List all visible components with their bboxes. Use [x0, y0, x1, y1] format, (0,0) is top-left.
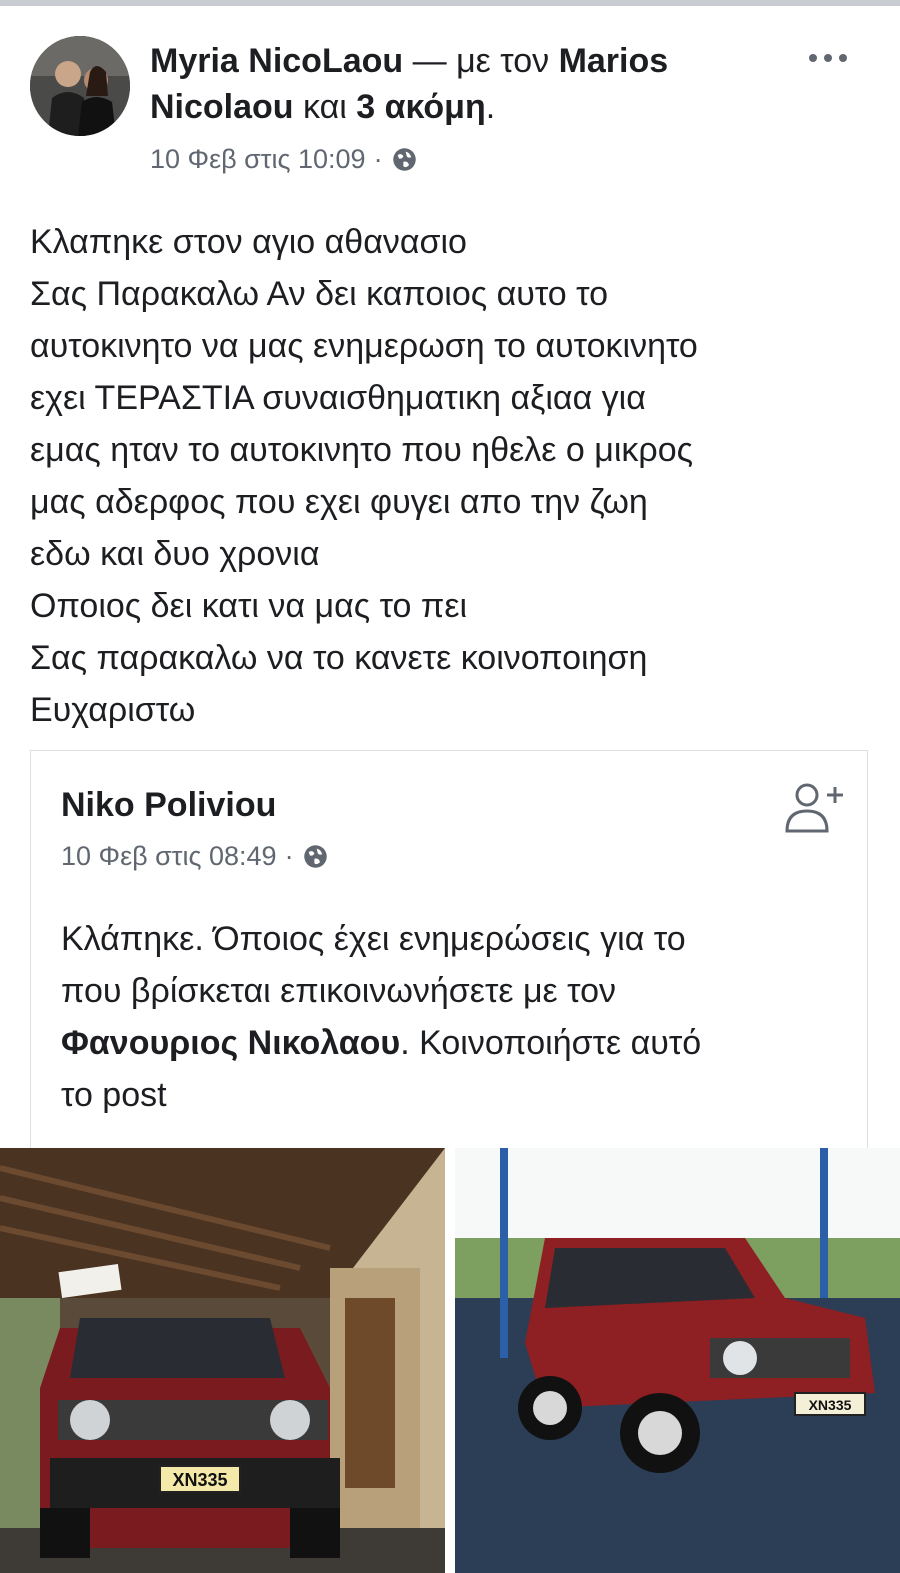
and-text: και	[303, 88, 347, 126]
post-line: Οποιος δει κατι να μας το πει	[30, 587, 468, 625]
post-line: εχει ΤΕΡΑΣΤΙΑ συναισθηματικη αξιαα για	[30, 379, 646, 417]
post-line: Ευχαριστω	[30, 691, 196, 729]
shared-author-name[interactable]: Niko Poliviou	[61, 785, 276, 825]
shared-line: Φανουριος Νικολαου. Κοινοποιήστε αυτό	[61, 1017, 851, 1069]
post-body: Κλαπηκε στον αγιο αθανασιο Σας Παρακαλω …	[30, 216, 880, 736]
shared-line-rest: . Κοινοποιήστε αυτό	[400, 1024, 702, 1062]
post-timestamp[interactable]: 10 Φεβ στις 10:09	[150, 142, 366, 176]
globe-icon	[303, 844, 327, 868]
post-header: Myria NicoLaou — με τον Marios	[150, 38, 668, 84]
tagged-person-first[interactable]: Marios	[559, 42, 669, 80]
post-meta: 10 Φεβ στις 10:09 ·	[150, 142, 418, 176]
add-friend-icon[interactable]	[783, 781, 845, 837]
car-photo-side[interactable]: XN335	[455, 1148, 900, 1573]
author-name[interactable]: Myria NicoLaou	[150, 42, 403, 80]
post-line: εμας ηταν το αυτοκινητο που ηθελε ο μικρ…	[30, 431, 694, 469]
post-header-line2: Nicolaou και 3 ακόμη.	[150, 84, 495, 130]
post-line: Σας παρακαλω να το κανετε κοινοποιηση	[30, 639, 648, 677]
shared-line: που βρίσκεται επικοινωνήσετε με τον	[61, 972, 617, 1010]
license-plate: XN335	[809, 1397, 852, 1413]
separator-dot: ·	[284, 841, 294, 871]
others-link[interactable]: 3 ακόμη	[356, 88, 485, 126]
post-line: αυτοκινητο να μας ενημερωση το αυτοκινητ…	[30, 327, 698, 365]
shared-line: το post	[61, 1076, 167, 1114]
post-line: Σας Παρακαλω Αν δει καποιος αυτο το	[30, 275, 608, 313]
post-line: εδω και δυο χρονια	[30, 535, 320, 573]
shared-line: Κλάπηκε. Όποιος έχει ενημερώσεις για το	[61, 920, 686, 958]
post-line: μας αδερφος που εχει φυγει απο την ζωη	[30, 483, 648, 521]
post-line: Κλαπηκε στον αγιο αθανασιο	[30, 223, 467, 261]
period: .	[485, 88, 496, 126]
shared-post-card[interactable]: Niko Poliviou 10 Φεβ στις 08:49 · Κλάπηκ…	[30, 750, 868, 1151]
mentioned-person[interactable]: Φανουριος Νικολαου	[61, 1024, 400, 1062]
top-divider	[0, 0, 900, 6]
with-text: — με τον	[412, 42, 550, 80]
more-options-icon[interactable]	[805, 42, 855, 72]
car-photo-front[interactable]: XN335	[0, 1148, 445, 1573]
shared-body: Κλάπηκε. Όποιος έχει ενημερώσεις για το …	[61, 913, 851, 1121]
shared-timestamp[interactable]: 10 Φεβ στις 08:49	[61, 839, 277, 873]
tagged-person-last[interactable]: Nicolaou	[150, 88, 294, 126]
globe-icon	[392, 147, 416, 171]
avatar[interactable]	[30, 36, 130, 136]
license-plate: XN335	[172, 1470, 227, 1490]
shared-meta: 10 Φεβ στις 08:49 ·	[61, 839, 329, 873]
separator-dot: ·	[373, 144, 383, 174]
